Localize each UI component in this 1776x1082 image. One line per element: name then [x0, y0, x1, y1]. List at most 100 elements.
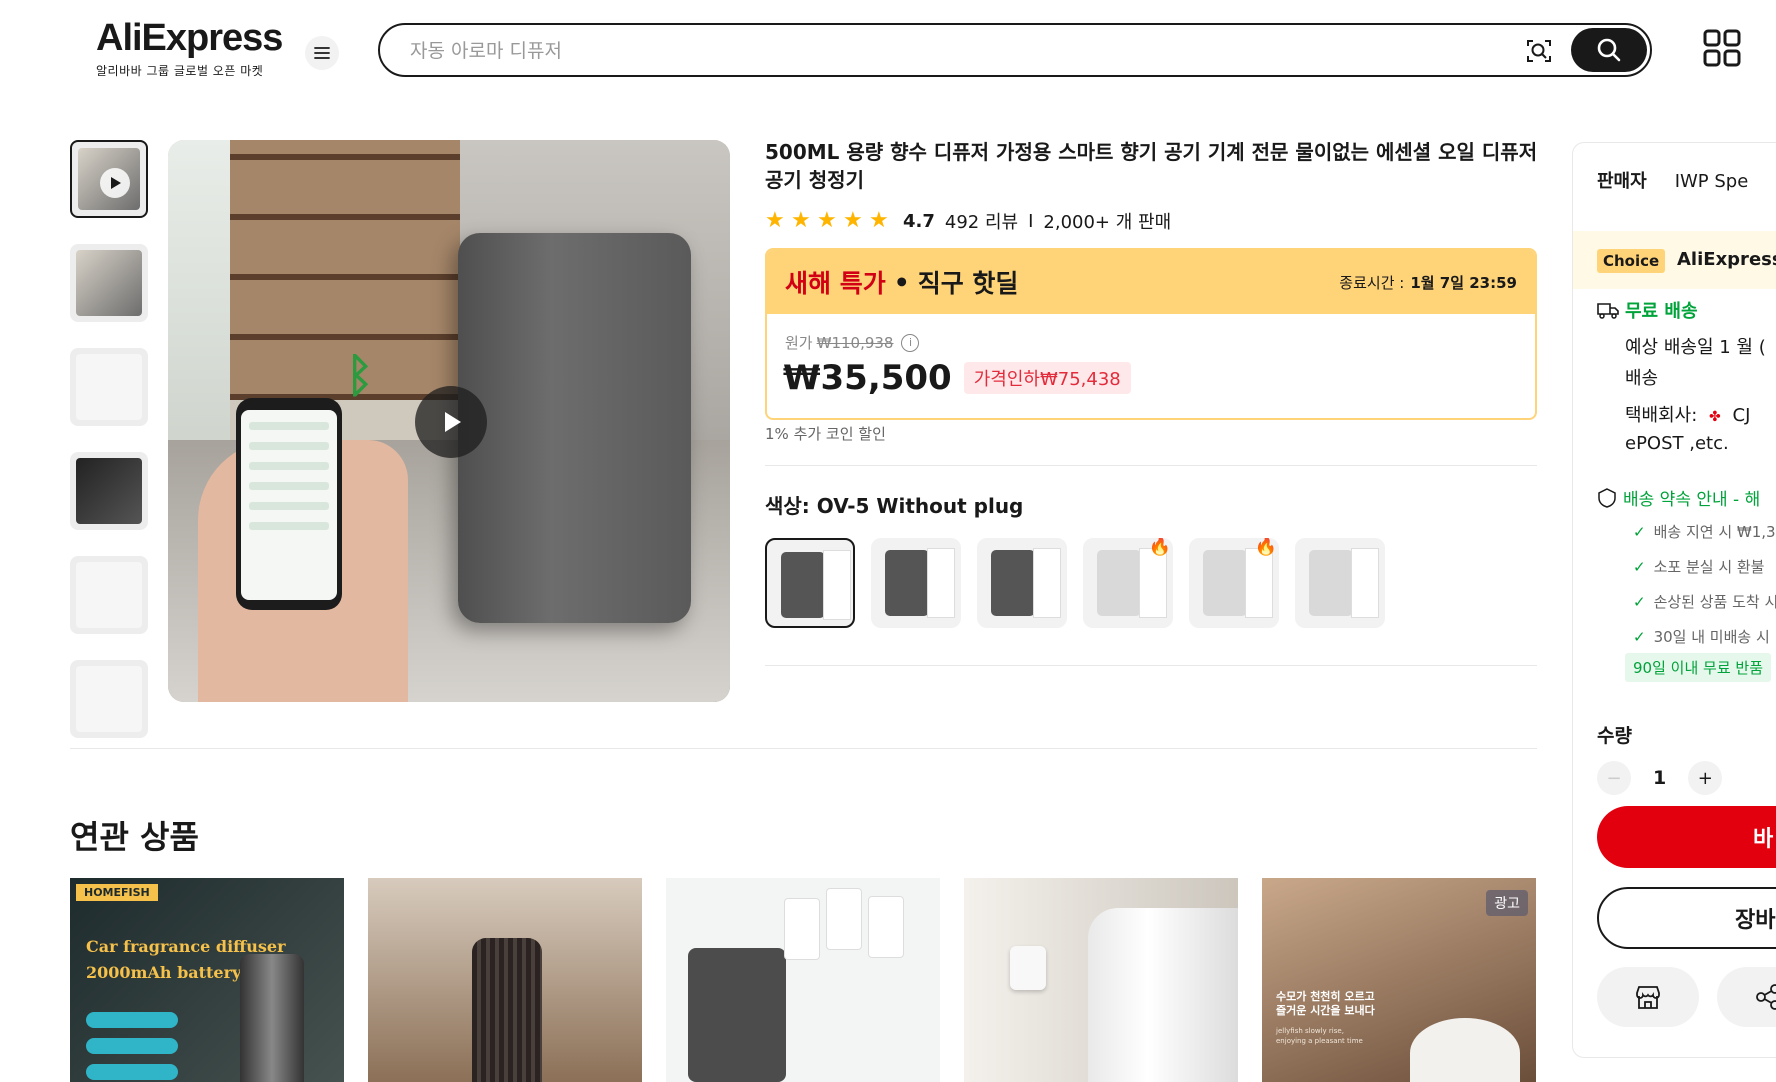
thumbnail-item[interactable]: [70, 244, 148, 322]
product-image: [472, 938, 542, 1082]
choice-band: Choice AliExpress: [1573, 231, 1776, 289]
thumbnail-item[interactable]: [70, 660, 148, 738]
play-icon: [100, 168, 130, 198]
swatch-image: [1097, 550, 1141, 616]
eta-line: 예상 배송일 1 월 (: [1625, 337, 1766, 358]
swatch-image: [781, 552, 825, 618]
thumbnail-image: [76, 250, 142, 316]
hot-fire-icon: 🔥: [1254, 538, 1277, 557]
swatch-image: [1309, 550, 1353, 616]
review-count[interactable]: 492 리뷰: [945, 208, 1018, 234]
color-swatch[interactable]: [977, 538, 1067, 628]
deal-label-red: 새해 특가: [785, 269, 886, 298]
delivery-promise-title[interactable]: 배송 약속 안내 - 해: [1597, 485, 1760, 510]
color-swatch[interactable]: [765, 538, 855, 628]
swatch-spec-label: [823, 550, 851, 620]
color-swatch[interactable]: [871, 538, 961, 628]
courier-name: CJ: [1732, 405, 1751, 426]
shield-icon: [1598, 487, 1616, 508]
screen-row: [249, 522, 329, 530]
swatch-image: [991, 550, 1035, 616]
info-icon[interactable]: i: [901, 333, 920, 352]
swatch-spec-label: [1351, 548, 1379, 618]
search-button[interactable]: [1571, 28, 1647, 72]
color-swatch[interactable]: [1295, 538, 1385, 628]
divider: [765, 665, 1537, 666]
store-icon: [1636, 986, 1660, 1009]
card-promo-line: 수모가 천천히 오르고: [1276, 990, 1375, 1003]
decrement-button[interactable]: −: [1597, 761, 1631, 795]
search-bar: [378, 23, 1652, 77]
main-product-media[interactable]: ᛒ: [168, 140, 730, 702]
thumbnail-image: [76, 562, 142, 628]
related-product-card[interactable]: 광고 수모가 천천히 오르고 즐거운 시간을 보내다 jellyfish slo…: [1262, 878, 1536, 1082]
share-button[interactable]: [1717, 967, 1776, 1027]
bluetooth-icon: ᛒ: [346, 348, 374, 402]
qr-code-button[interactable]: [1702, 28, 1742, 68]
logo-subtitle: 알리바바 그룹 글로벌 오픈 마켓: [96, 64, 264, 78]
swatch-spec-label: [1033, 548, 1061, 618]
menu-icon: [314, 47, 330, 59]
header: AliExpress 알리바바 그룹 글로벌 오픈 마켓: [0, 0, 1776, 100]
product-image: [240, 954, 304, 1082]
phone-image: [236, 398, 342, 610]
divider: [765, 465, 1537, 466]
screen-row: [249, 422, 329, 430]
phone-screen: [241, 410, 337, 600]
star-icon: ★: [791, 208, 811, 233]
quantity-value: 1: [1653, 767, 1667, 789]
courier-label: 택배회사:: [1625, 405, 1698, 426]
media-shelf: [230, 140, 460, 400]
card-promo-text: 수모가 천천히 오르고 즐거운 시간을 보내다: [1276, 990, 1375, 1018]
thumbnail-image: [76, 354, 142, 420]
image-search-button[interactable]: [1522, 34, 1556, 68]
related-title: 연관 상품: [70, 818, 199, 856]
swatch-spec-label: [1245, 548, 1273, 618]
original-price: ₩110,938: [816, 333, 894, 352]
deal-end: 종료시간 : 1월 7일 23:59: [1339, 272, 1517, 293]
promise-item: 소포 분실 시 환불: [1633, 556, 1765, 577]
buy-now-button[interactable]: 바: [1597, 806, 1776, 868]
menu-button[interactable]: [305, 36, 339, 70]
hot-fire-icon: 🔥: [1148, 538, 1171, 557]
feature-pill: [86, 1038, 178, 1054]
thumbnail-item[interactable]: [70, 348, 148, 426]
courier-line: 택배회사: ✤ CJ: [1625, 401, 1750, 427]
thumbnail-item[interactable]: [70, 452, 148, 530]
product-image: [1010, 946, 1046, 990]
related-product-card[interactable]: [964, 878, 1238, 1082]
deal-header: 새해 특가 • 직구 핫딜 종료시간 : 1월 7일 23:59: [767, 250, 1535, 314]
screen-row: [249, 442, 329, 450]
increment-button[interactable]: +: [1688, 761, 1723, 795]
divider: [70, 748, 1537, 749]
rating-stars[interactable]: ★ ★ ★ ★ ★: [765, 210, 891, 232]
rating-row: ★ ★ ★ ★ ★ 4.7 492 리뷰 I 2,000+ 개 판매: [765, 208, 1171, 234]
promise-item: 손상된 상품 도착 시: [1633, 591, 1776, 612]
app-screen-image: [826, 888, 862, 950]
related-product-card[interactable]: [368, 878, 642, 1082]
choice-name: AliExpress: [1677, 249, 1776, 270]
video-play-button[interactable]: [415, 386, 487, 458]
brand-badge: HOMEFISH: [76, 884, 158, 901]
search-input[interactable]: [410, 37, 1510, 65]
sold-count: 2,000+ 개 판매: [1043, 212, 1172, 233]
quantity-stepper: − 1 +: [1597, 761, 1723, 795]
deal-end-time: 1월 7일 23:59: [1410, 273, 1517, 292]
thumbnail-item[interactable]: [70, 556, 148, 634]
thumbnail-image: [76, 666, 142, 732]
product-image: [688, 948, 786, 1082]
logo[interactable]: AliExpress 알리바바 그룹 글로벌 오픈 마켓: [96, 17, 283, 79]
add-to-cart-button[interactable]: 장바: [1597, 887, 1776, 949]
logo-text: AliExpress: [96, 17, 283, 59]
thumbnail-image: [76, 458, 142, 524]
related-product-card[interactable]: [666, 878, 940, 1082]
related-product-card[interactable]: HOMEFISH Car fragrance diffuser 2000mAh …: [70, 878, 344, 1082]
cj-logo-icon: ✤: [1709, 409, 1721, 425]
thumbnail-video[interactable]: [70, 140, 148, 218]
deal-box: 새해 특가 • 직구 핫딜 종료시간 : 1월 7일 23:59 원가 ₩110,…: [765, 248, 1537, 420]
seller-row: 판매자 IWP Spe: [1597, 167, 1748, 193]
store-button[interactable]: [1597, 967, 1699, 1027]
color-swatch[interactable]: 🔥: [1189, 538, 1279, 628]
seller-name[interactable]: IWP Spe: [1675, 171, 1749, 192]
color-swatch[interactable]: 🔥: [1083, 538, 1173, 628]
